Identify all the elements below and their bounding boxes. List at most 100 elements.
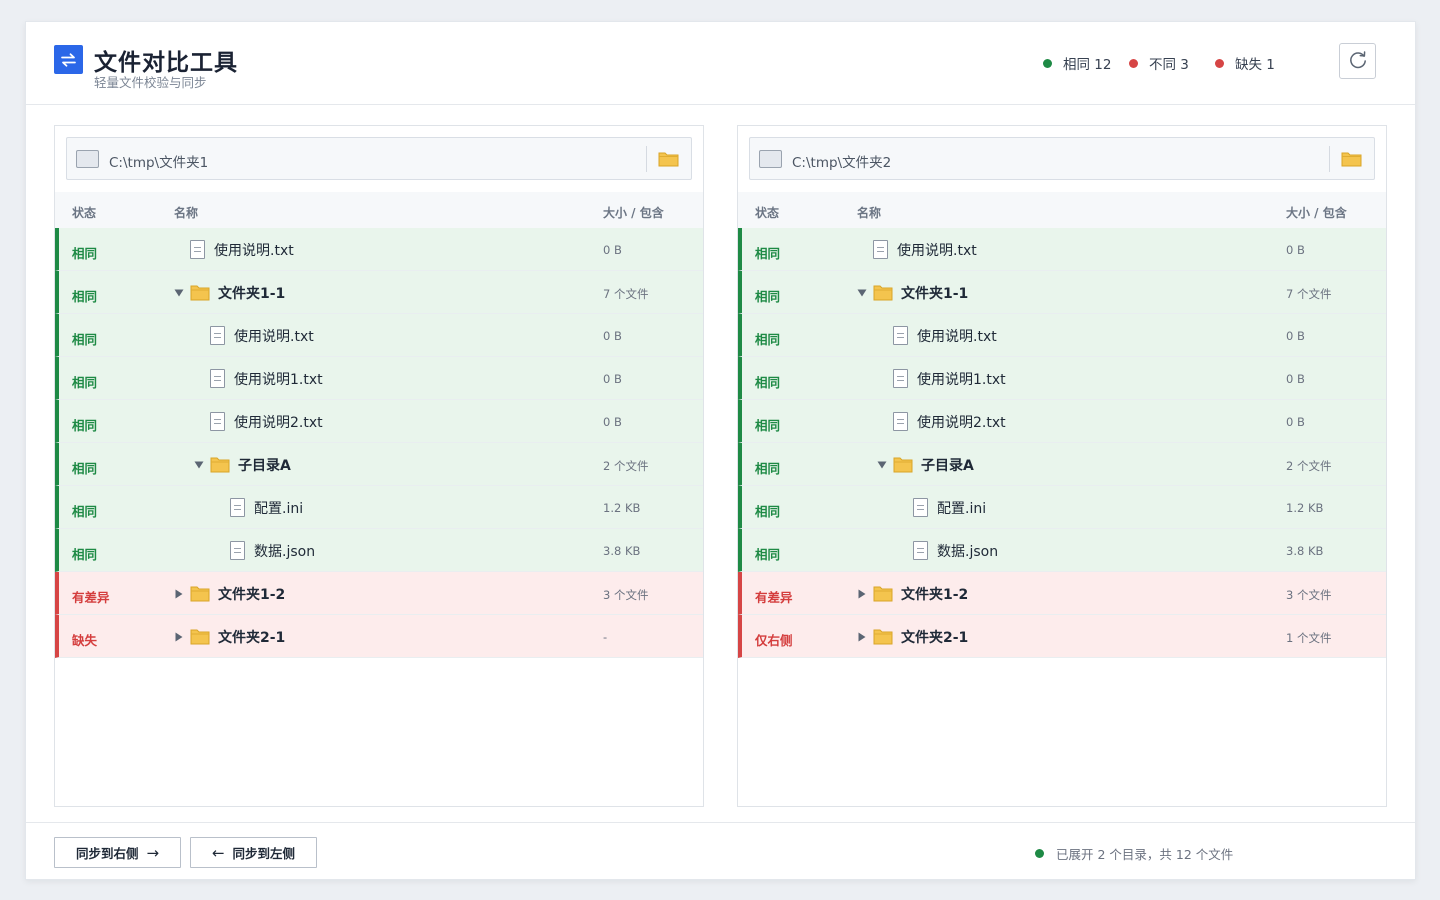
table-row[interactable]: 相同 使用说明.txt 0 B bbox=[738, 228, 1386, 271]
row-size: 2 个文件 bbox=[603, 459, 649, 473]
row-name-label: 使用说明.txt bbox=[897, 242, 977, 259]
folder-icon bbox=[210, 456, 230, 473]
row-name-label: 文件夹2-1 bbox=[901, 629, 969, 646]
row-name: 使用说明.txt bbox=[210, 314, 314, 357]
row-size: 0 B bbox=[1286, 329, 1305, 343]
caret-down-icon[interactable] bbox=[192, 461, 206, 469]
table-row[interactable]: 缺失 文件夹2-1 - bbox=[55, 615, 703, 658]
drive-icon bbox=[759, 150, 782, 168]
file-icon bbox=[893, 369, 908, 388]
row-status: 相同 bbox=[755, 547, 781, 562]
row-status: 相同 bbox=[72, 289, 98, 304]
caret-right-icon[interactable] bbox=[172, 632, 186, 642]
row-size: 3 个文件 bbox=[1286, 588, 1332, 602]
table-row[interactable]: 有差异 文件夹1-2 3 个文件 bbox=[738, 572, 1386, 615]
table-row[interactable]: 有差异 文件夹1-2 3 个文件 bbox=[55, 572, 703, 615]
row-name: 配置.ini bbox=[913, 486, 986, 529]
row-name-label: 配置.ini bbox=[254, 500, 304, 517]
folder-icon bbox=[190, 284, 210, 301]
table-row[interactable]: 相同 文件夹1-1 7 个文件 bbox=[55, 271, 703, 314]
row-size: 0 B bbox=[603, 243, 622, 257]
right-path-text: C:\tmp\文件夹2 bbox=[792, 155, 892, 171]
footer: 同步到右侧 → ← 同步到左侧 已展开 2 个目录，共 12 个文件 bbox=[26, 822, 1415, 880]
row-name: 子目录A bbox=[192, 443, 291, 486]
row-name-label: 使用说明.txt bbox=[214, 242, 294, 259]
legend-missing-dot bbox=[1215, 58, 1224, 68]
row-status: 相同 bbox=[755, 332, 781, 347]
caret-down-icon[interactable] bbox=[875, 461, 889, 469]
col-size: 大小 / 包含 bbox=[1286, 206, 1347, 220]
col-name: 名称 bbox=[857, 206, 882, 220]
table-row[interactable]: 相同 使用说明2.txt 0 B bbox=[738, 400, 1386, 443]
row-name: 数据.json bbox=[230, 529, 315, 572]
file-icon bbox=[210, 369, 225, 388]
table-row[interactable]: 相同 使用说明.txt 0 B bbox=[55, 228, 703, 271]
table-row[interactable]: 相同 使用说明.txt 0 B bbox=[738, 314, 1386, 357]
row-name: 使用说明1.txt bbox=[893, 357, 1006, 400]
table-row[interactable]: 相同 子目录A 2 个文件 bbox=[55, 443, 703, 486]
legend-diff: 不同 3 bbox=[1129, 54, 1189, 73]
left-path-text: C:\tmp\文件夹1 bbox=[109, 155, 209, 171]
col-size: 大小 / 包含 bbox=[603, 206, 664, 220]
row-size: 0 B bbox=[603, 415, 622, 429]
row-status: 缺失 bbox=[72, 633, 98, 648]
row-name-label: 文件夹2-1 bbox=[218, 629, 286, 646]
sync-to-left-label: 同步到左侧 bbox=[232, 846, 296, 861]
row-name: 使用说明2.txt bbox=[893, 400, 1006, 443]
row-name: 子目录A bbox=[875, 443, 974, 486]
caret-right-icon[interactable] bbox=[855, 589, 869, 599]
folder-icon bbox=[893, 456, 913, 473]
table-row[interactable]: 相同 使用说明2.txt 0 B bbox=[55, 400, 703, 443]
left-path-bar[interactable]: C:\tmp\文件夹1 bbox=[66, 137, 692, 180]
row-size: 1 个文件 bbox=[1286, 631, 1332, 645]
row-size: 7 个文件 bbox=[1286, 287, 1332, 301]
row-name: 文件夹1-1 bbox=[855, 271, 968, 314]
table-row[interactable]: 相同 使用说明1.txt 0 B bbox=[738, 357, 1386, 400]
caret-right-icon[interactable] bbox=[855, 632, 869, 642]
table-row[interactable]: 相同 使用说明.txt 0 B bbox=[55, 314, 703, 357]
row-status: 相同 bbox=[72, 418, 98, 433]
browse-folder-icon[interactable] bbox=[658, 150, 679, 171]
table-row[interactable]: 相同 数据.json 3.8 KB bbox=[738, 529, 1386, 572]
file-icon bbox=[230, 541, 245, 560]
table-row[interactable]: 相同 数据.json 3.8 KB bbox=[55, 529, 703, 572]
row-status: 相同 bbox=[755, 504, 781, 519]
row-size: 0 B bbox=[1286, 415, 1305, 429]
caret-down-icon[interactable] bbox=[855, 289, 869, 297]
refresh-button[interactable] bbox=[1339, 43, 1376, 79]
row-status: 相同 bbox=[72, 461, 98, 476]
row-name-label: 配置.ini bbox=[937, 500, 987, 517]
row-name-label: 使用说明1.txt bbox=[917, 371, 1006, 388]
right-path-bar[interactable]: C:\tmp\文件夹2 bbox=[749, 137, 1375, 180]
file-icon bbox=[210, 412, 225, 431]
legend-same: 相同 12 bbox=[1043, 54, 1111, 73]
row-name-label: 文件夹1-2 bbox=[901, 586, 969, 603]
row-name: 数据.json bbox=[913, 529, 998, 572]
header: 文件对比工具 轻量文件校验与同步 相同 12 不同 3 缺失 1 bbox=[26, 22, 1415, 105]
row-name-label: 使用说明2.txt bbox=[234, 414, 323, 431]
caret-right-icon[interactable] bbox=[172, 589, 186, 599]
row-name: 使用说明1.txt bbox=[210, 357, 323, 400]
row-name-label: 使用说明1.txt bbox=[234, 371, 323, 388]
row-status: 相同 bbox=[755, 289, 781, 304]
browse-folder-icon[interactable] bbox=[1341, 150, 1362, 171]
table-row[interactable]: 相同 配置.ini 1.2 KB bbox=[55, 486, 703, 529]
row-name-label: 使用说明.txt bbox=[917, 328, 997, 345]
table-row[interactable]: 相同 文件夹1-1 7 个文件 bbox=[738, 271, 1386, 314]
caret-down-icon[interactable] bbox=[172, 289, 186, 297]
row-status: 相同 bbox=[72, 332, 98, 347]
row-status: 有差异 bbox=[72, 590, 110, 605]
refresh-icon bbox=[1349, 51, 1366, 69]
right-file-list: 相同 使用说明.txt 0 B 相同 文件夹1-1 7 个文件 相同 使用说明.txt 0 B相… bbox=[738, 228, 1386, 658]
table-row[interactable]: 相同 配置.ini 1.2 KB bbox=[738, 486, 1386, 529]
status-dot bbox=[1035, 849, 1044, 858]
sync-to-left-button[interactable]: ← 同步到左侧 bbox=[190, 837, 317, 868]
sync-to-right-button[interactable]: 同步到右侧 → bbox=[54, 837, 181, 868]
table-row[interactable]: 相同 使用说明1.txt 0 B bbox=[55, 357, 703, 400]
left-file-list: 相同 使用说明.txt 0 B 相同 文件夹1-1 7 个文件 相同 使用说明.txt 0 B相… bbox=[55, 228, 703, 658]
path-separator bbox=[1329, 146, 1330, 172]
file-icon bbox=[210, 326, 225, 345]
table-row[interactable]: 仅右侧 文件夹2-1 1 个文件 bbox=[738, 615, 1386, 658]
table-row[interactable]: 相同 子目录A 2 个文件 bbox=[738, 443, 1386, 486]
status-summary-text: 已展开 2 个目录，共 12 个文件 bbox=[1056, 847, 1234, 862]
